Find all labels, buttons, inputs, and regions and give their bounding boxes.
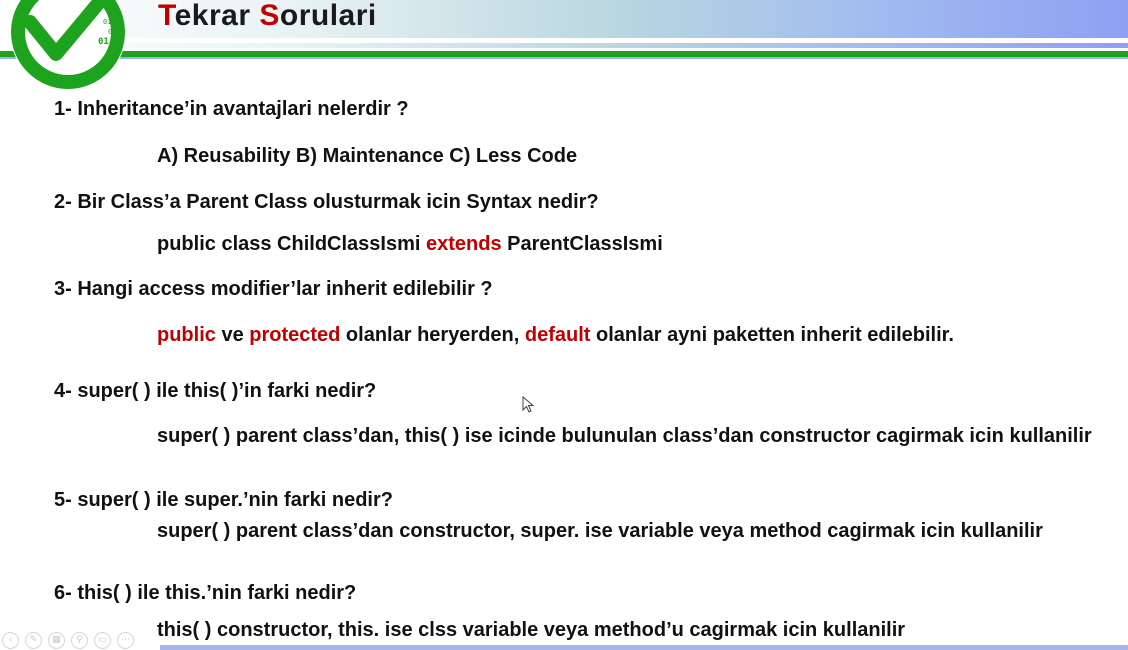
- answer-5-text: super( ) parent class’dan constructor, s…: [157, 520, 1043, 542]
- answer-3-text-3: olanlar ayni paketten inherit edilebilir…: [590, 324, 954, 346]
- checkmark-circle-icon: 01 01 01 01: [10, 0, 126, 90]
- answer-2: public class ChildClassIsmi extends Pare…: [157, 231, 663, 258]
- question-2: 2- Bir Class’a Parent Class olusturmak i…: [54, 191, 599, 213]
- question-4: 4- super( ) ile this( )’in farki nedir?: [54, 380, 377, 402]
- zoom-icon[interactable]: ⚲: [71, 632, 88, 649]
- logo-binary-3: 01: [108, 28, 116, 36]
- title-part-1: ekrar: [174, 0, 260, 32]
- answer-2-text-1: public class ChildClassIsmi: [157, 233, 426, 255]
- keyword-default: default: [524, 324, 591, 346]
- answer-3-text-2: olanlar heryerden,: [340, 324, 525, 346]
- pen-icon[interactable]: ✎: [25, 632, 42, 649]
- question-3: 3- Hangi access modifier’lar inherit edi…: [54, 278, 493, 300]
- more-icon[interactable]: ⋯: [117, 632, 134, 649]
- answer-6: this( ) constructor, this. ise clss vari…: [157, 617, 905, 644]
- answer-3: public ve protected olanlar heryerden, d…: [157, 322, 954, 349]
- answer-4-text: super( ) parent class’dan, this( ) ise i…: [157, 425, 1092, 447]
- answer-1: A) Reusability B) Maintenance C) Less Co…: [157, 143, 577, 170]
- question-5: 5- super( ) ile super.’nin farki nedir?: [54, 489, 393, 511]
- keyword-extends: extends: [425, 233, 502, 255]
- answer-3-text-1: ve: [215, 324, 250, 346]
- answer-4: super( ) parent class’dan, this( ) ise i…: [157, 423, 1117, 450]
- header-blue-rule: [0, 57, 1128, 59]
- title-part-2: orulari: [279, 0, 377, 32]
- logo-binary-1: 01: [103, 18, 111, 26]
- keyword-public: public: [157, 324, 216, 346]
- question-6: 6- this( ) ile this.’nin farki nedir?: [54, 582, 357, 604]
- question-1: 1- Inheritance’in avantajlari nelerdir ?: [54, 98, 409, 120]
- title-initial-t: T: [158, 0, 175, 32]
- header-divider: [0, 38, 1128, 43]
- bottom-accent-bar: [160, 645, 1128, 650]
- previous-icon[interactable]: ‹: [2, 632, 19, 649]
- subtitles-icon[interactable]: ▭: [94, 632, 111, 649]
- title-initial-s: S: [259, 0, 280, 32]
- logo-binary-4: 01: [98, 37, 109, 47]
- presentation-toolbar: ‹ ✎ ▦ ⚲ ▭ ⋯: [2, 632, 134, 650]
- page-title: Tekrar Sorulari: [158, 0, 377, 36]
- answer-1-text: A) Reusability B) Maintenance C) Less Co…: [157, 145, 578, 167]
- answer-2-text-2: ParentClassIsmi: [501, 233, 663, 255]
- mouse-pointer-icon: [522, 396, 535, 413]
- keyword-protected: protected: [249, 324, 341, 346]
- answer-5: super( ) parent class’dan constructor, s…: [157, 518, 1087, 545]
- answer-6-text: this( ) constructor, this. ise clss vari…: [157, 619, 906, 641]
- slides-icon[interactable]: ▦: [48, 632, 65, 649]
